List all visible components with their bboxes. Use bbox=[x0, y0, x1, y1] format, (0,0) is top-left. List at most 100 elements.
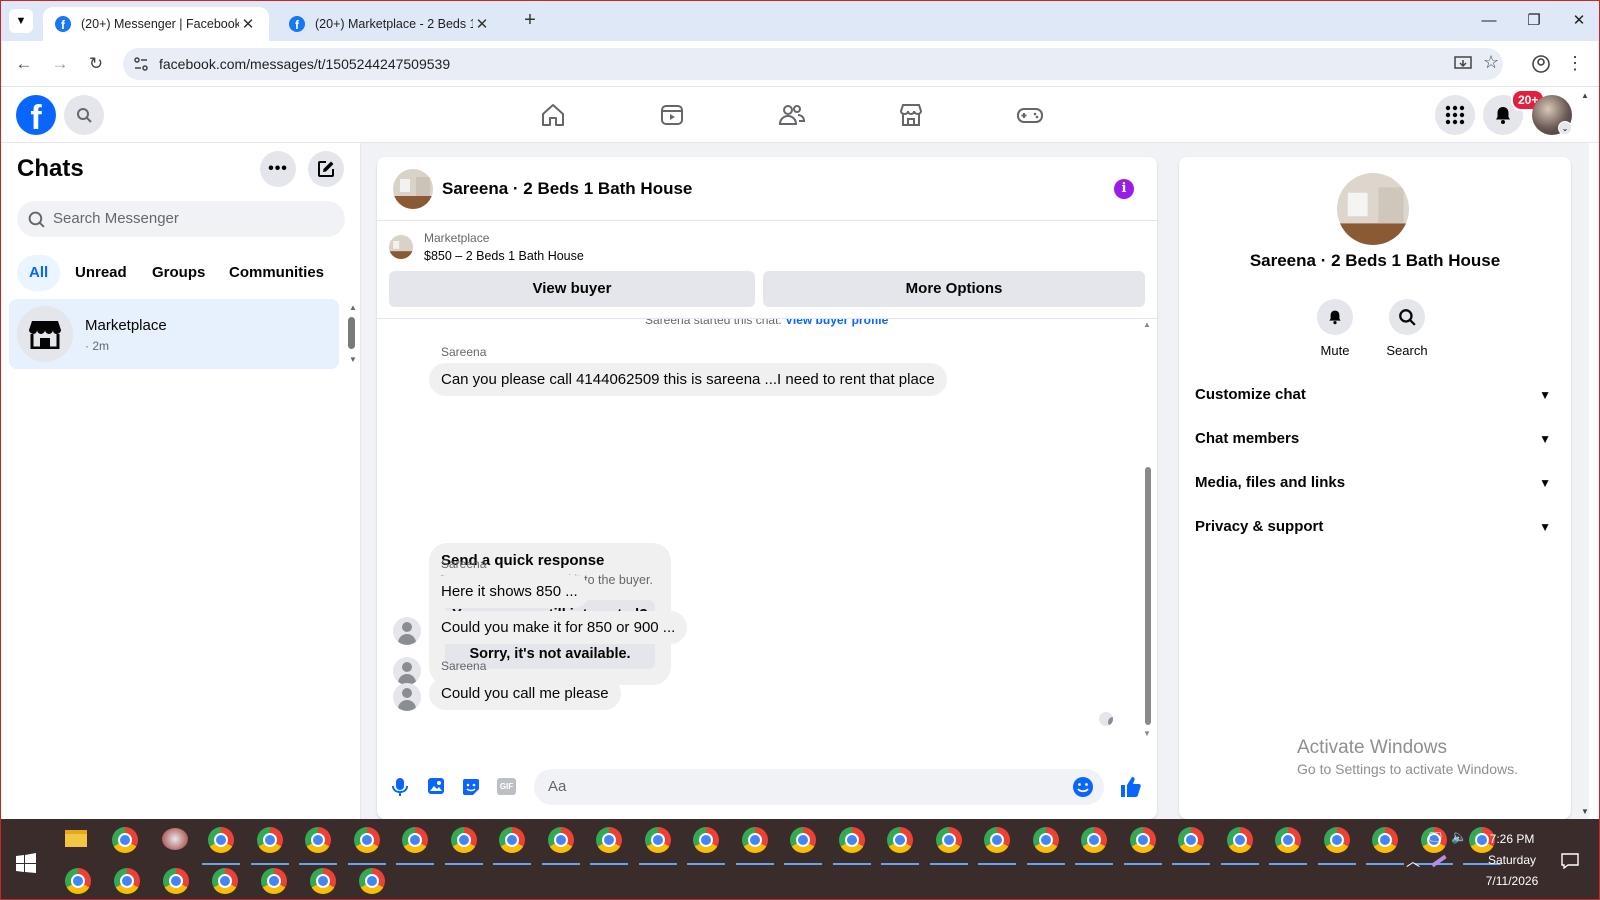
facebook-logo[interactable]: f bbox=[16, 95, 56, 135]
network-icon[interactable]: 🖵 bbox=[1429, 829, 1442, 845]
chrome-window-taskbar-icon[interactable] bbox=[347, 827, 386, 865]
reload-button[interactable]: ↻ bbox=[84, 52, 108, 76]
account-avatar[interactable]: ⌄ bbox=[1532, 95, 1572, 135]
chrome-window-taskbar-icon[interactable] bbox=[832, 827, 871, 865]
scroll-down-arrow[interactable]: ▼ bbox=[349, 355, 357, 364]
view-buyer-button[interactable]: View buyer bbox=[389, 271, 755, 307]
new-message-button[interactable] bbox=[308, 151, 344, 187]
nav-video[interactable] bbox=[656, 99, 688, 131]
chrome-window-taskbar-icon[interactable] bbox=[1317, 827, 1356, 865]
restore-button[interactable]: ❐ bbox=[1519, 9, 1549, 33]
message-bubble[interactable]: Could you call me please bbox=[429, 677, 621, 710]
tab-marketplace[interactable]: f (20+) Marketplace - 2 Beds 1 Ba ✕ bbox=[277, 7, 503, 41]
chrome-window-taskbar-icon[interactable] bbox=[735, 827, 774, 865]
sidebar-scrollbar-thumb[interactable] bbox=[348, 317, 355, 349]
buyer-avatar[interactable] bbox=[393, 657, 421, 685]
chrome-window-taskbar-icon[interactable] bbox=[114, 868, 140, 894]
details-avatar[interactable] bbox=[1337, 173, 1409, 245]
mute-action[interactable]: Mute bbox=[1300, 299, 1370, 358]
chrome-window-taskbar-icon[interactable] bbox=[1123, 827, 1162, 865]
conversation-scrollbar-thumb[interactable] bbox=[1145, 467, 1151, 725]
message-bubble[interactable]: Here it shows 850 ... bbox=[429, 575, 590, 608]
profile-icon[interactable] bbox=[1531, 54, 1551, 74]
windows-start-icon[interactable] bbox=[16, 853, 36, 873]
chrome-window-taskbar-icon[interactable] bbox=[929, 827, 968, 865]
file-explorer-icon[interactable] bbox=[65, 830, 87, 847]
menu-button[interactable] bbox=[1435, 95, 1475, 135]
chrome-window-taskbar-icon[interactable] bbox=[687, 827, 725, 865]
section-chat-members[interactable]: Chat members ▼ bbox=[1195, 419, 1555, 459]
section-media-files-links[interactable]: Media, files and links ▼ bbox=[1195, 463, 1555, 503]
taskbar-clock[interactable]: 7:26 PM Saturday 7/11/2026 bbox=[1462, 829, 1562, 892]
filter-all[interactable]: All bbox=[17, 255, 61, 291]
browser-menu-icon[interactable]: ⋮ bbox=[1566, 53, 1584, 74]
nav-marketplace[interactable] bbox=[895, 99, 927, 131]
facebook-search-button[interactable] bbox=[64, 95, 104, 135]
tab-messenger[interactable]: f (20+) Messenger | Facebook ✕ bbox=[43, 7, 269, 41]
chrome-window-taskbar-icon[interactable] bbox=[250, 827, 289, 865]
chat-list-item[interactable]: Marketplace · 2m bbox=[9, 299, 339, 369]
page-scroll-up-arrow[interactable]: ▲ bbox=[1581, 91, 1589, 100]
notification-center-icon[interactable] bbox=[1561, 853, 1579, 869]
chrome-window-taskbar-icon[interactable] bbox=[444, 827, 483, 865]
search-messenger-input[interactable]: Search Messenger bbox=[17, 201, 345, 237]
chrome-window-taskbar-icon[interactable] bbox=[493, 827, 531, 865]
like-thumb-icon[interactable] bbox=[1119, 776, 1141, 798]
close-tab-icon[interactable]: ✕ bbox=[239, 15, 257, 33]
chrome-window-taskbar-icon[interactable] bbox=[261, 868, 287, 894]
listing-thumb[interactable] bbox=[389, 235, 413, 259]
message-input[interactable]: Aa bbox=[534, 769, 1104, 805]
back-button[interactable]: ← bbox=[12, 52, 36, 76]
paint-taskbar-icon[interactable] bbox=[162, 828, 188, 850]
chrome-window-taskbar-icon[interactable] bbox=[1172, 827, 1210, 865]
chrome-window-taskbar-icon[interactable] bbox=[541, 827, 580, 865]
chrome-window-taskbar-icon[interactable] bbox=[65, 868, 91, 894]
page-scroll-down-arrow[interactable]: ▼ bbox=[1581, 807, 1589, 816]
chrome-window-taskbar-icon[interactable] bbox=[978, 827, 1016, 865]
chrome-window-taskbar-icon[interactable] bbox=[202, 827, 240, 865]
more-options-button[interactable]: More Options bbox=[763, 271, 1145, 307]
minimize-button[interactable]: — bbox=[1474, 9, 1504, 33]
bookmark-star-icon[interactable]: ☆ bbox=[1483, 52, 1499, 73]
chrome-window-taskbar-icon[interactable] bbox=[212, 868, 238, 894]
chrome-taskbar-icon[interactable] bbox=[112, 827, 138, 853]
scroll-up-arrow[interactable]: ▲ bbox=[349, 303, 357, 312]
info-icon[interactable]: i bbox=[1114, 179, 1134, 199]
chrome-window-taskbar-icon[interactable] bbox=[359, 868, 385, 894]
forward-button[interactable]: → bbox=[48, 52, 72, 76]
install-app-icon[interactable] bbox=[1454, 56, 1472, 72]
photo-icon[interactable] bbox=[427, 777, 445, 795]
close-window-button[interactable]: ✕ bbox=[1564, 9, 1594, 33]
omnibox[interactable]: facebook.com/messages/t/1505244247509539… bbox=[123, 48, 1503, 80]
nav-friends[interactable] bbox=[776, 99, 808, 131]
close-tab-icon[interactable]: ✕ bbox=[473, 15, 491, 33]
chrome-window-taskbar-icon[interactable] bbox=[590, 827, 628, 865]
pen-icon[interactable] bbox=[1431, 854, 1447, 868]
microphone-icon[interactable] bbox=[391, 777, 409, 797]
chrome-window-taskbar-icon[interactable] bbox=[163, 868, 189, 894]
filter-communities[interactable]: Communities bbox=[217, 255, 336, 291]
scroll-up-arrow[interactable]: ▲ bbox=[1143, 320, 1151, 329]
listing-title[interactable]: $850 – 2 Beds 1 Bath House bbox=[424, 249, 584, 263]
scroll-down-arrow[interactable]: ▼ bbox=[1143, 729, 1151, 738]
nav-home[interactable] bbox=[537, 99, 569, 131]
section-privacy-support[interactable]: Privacy & support ▼ bbox=[1195, 507, 1555, 547]
listing-avatar[interactable] bbox=[393, 169, 433, 209]
filter-groups[interactable]: Groups bbox=[140, 255, 217, 291]
chrome-window-taskbar-icon[interactable] bbox=[638, 827, 677, 865]
emoji-icon[interactable] bbox=[1072, 776, 1094, 798]
chrome-window-taskbar-icon[interactable] bbox=[396, 827, 434, 865]
chrome-window-taskbar-icon[interactable] bbox=[784, 827, 822, 865]
show-hidden-icons-icon[interactable]: ︿ bbox=[1406, 851, 1420, 871]
buyer-avatar[interactable] bbox=[393, 683, 421, 711]
sticker-icon[interactable] bbox=[461, 777, 481, 797]
chrome-window-taskbar-icon[interactable] bbox=[1220, 827, 1259, 865]
chrome-window-taskbar-icon[interactable] bbox=[881, 827, 919, 865]
section-customize-chat[interactable]: Customize chat ▼ bbox=[1195, 375, 1555, 415]
chrome-window-taskbar-icon[interactable] bbox=[1269, 827, 1307, 865]
search-action[interactable]: Search bbox=[1372, 299, 1442, 358]
message-bubble[interactable]: Can you please call 4144062509 this is s… bbox=[429, 363, 947, 396]
chrome-window-taskbar-icon[interactable] bbox=[299, 827, 337, 865]
tab-search-dropdown[interactable]: ▼ bbox=[9, 9, 33, 33]
buyer-avatar[interactable] bbox=[393, 617, 421, 645]
